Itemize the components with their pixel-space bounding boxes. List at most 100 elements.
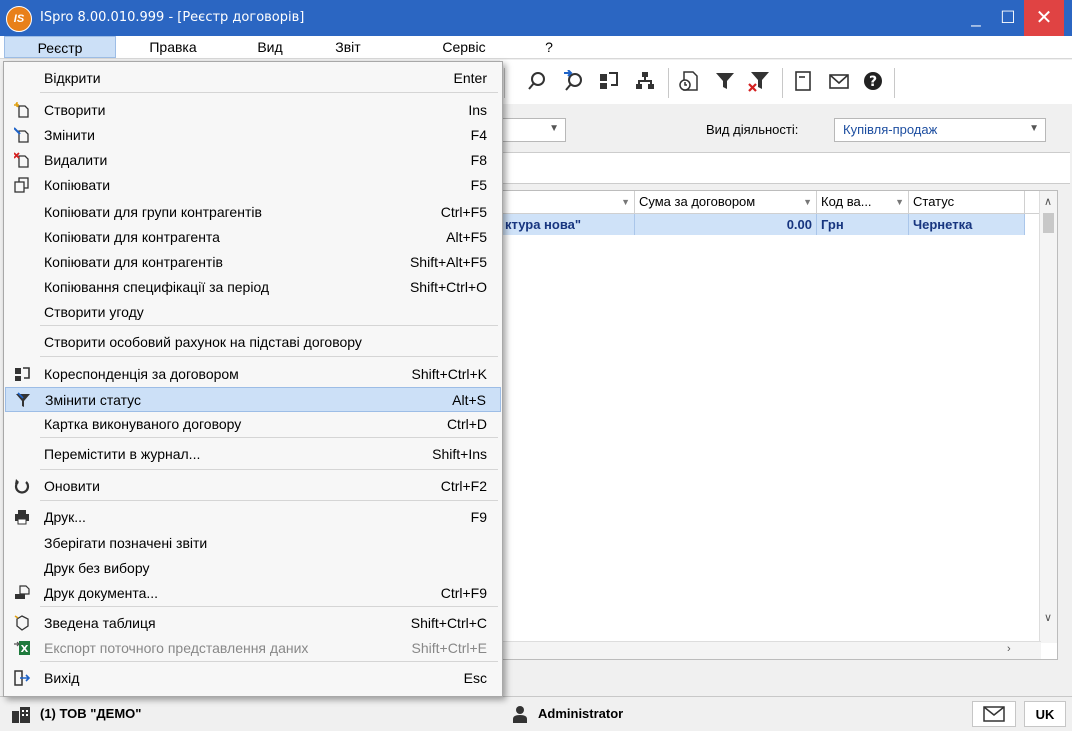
menu-item-label: Змінити — [44, 127, 95, 143]
menu-item[interactable]: Копіювати для контрагентів Shift+Alt+F5 — [5, 250, 501, 275]
menu-item[interactable]: Копіювання специфікації за період Shift+C… — [5, 275, 501, 300]
period-document-icon[interactable] — [676, 70, 702, 96]
scroll-down-icon[interactable]: ∨ — [1044, 611, 1052, 624]
delete-document-icon — [11, 152, 33, 171]
menu-item[interactable]: Перемістити в журнал... Shift+Ins — [5, 442, 501, 467]
menu-item-label: Перемістити в журнал... — [44, 446, 201, 462]
menu-item[interactable]: X Експорт поточного представлення даних Sh… — [5, 636, 501, 661]
menu-item[interactable]: Друк... F9 — [5, 505, 501, 530]
menu-item[interactable]: Оновити Ctrl+F2 — [5, 474, 501, 499]
window-title: ISpro 8.00.010.999 - [Реєстр договорів] — [40, 10, 305, 25]
minimize-button[interactable]: _ — [960, 0, 992, 36]
toolbar: ? — [500, 60, 1072, 105]
menu-item-label: Копіювання специфікації за період — [44, 279, 270, 295]
menu-item-label: Створити — [44, 102, 106, 118]
search-next-icon[interactable] — [560, 69, 586, 96]
menu-help[interactable]: ? — [534, 36, 564, 58]
cell-currency: Грн — [817, 214, 909, 235]
column-header-amount[interactable]: Сума за договором ▼ — [635, 191, 817, 213]
edit-document-icon — [11, 127, 33, 146]
menu-item-label: Видалити — [44, 152, 108, 168]
period-combo[interactable]: ▼ — [500, 118, 566, 142]
clear-filter-icon[interactable] — [746, 70, 772, 96]
menu-item[interactable]: Зведена таблиця Shift+Ctrl+C — [5, 611, 501, 636]
language-indicator[interactable]: UK — [1024, 701, 1066, 727]
close-button[interactable]: ✕ — [1024, 0, 1064, 36]
form-icon[interactable] — [790, 70, 816, 96]
hierarchy-icon[interactable] — [632, 70, 658, 96]
contracts-table: ▼ Сума за договором ▼ Код ва... ▼ Статус к… — [500, 190, 1058, 660]
menu-item[interactable]: Створити Ins — [5, 98, 501, 123]
menu-service[interactable]: Сервіс — [424, 36, 504, 58]
menu-item-shortcut: Ctrl+F9 — [440, 585, 487, 601]
menu-item[interactable]: Видалити F8 — [5, 148, 501, 173]
column-header-currency[interactable]: Код ва... ▼ — [817, 191, 909, 213]
menu-item-label: Зберігати позначені звіти — [44, 535, 208, 551]
menu-item-label: Копіювати — [44, 177, 111, 193]
menu-item[interactable]: Створити угоду — [5, 300, 501, 325]
menu-item-shortcut: F5 — [470, 177, 487, 193]
menu-item[interactable]: Створити особовий рахунок на підставі до… — [5, 330, 501, 355]
menu-item[interactable]: Копіювати F5 — [5, 173, 501, 198]
menu-item[interactable]: Друк без вибору — [5, 556, 501, 581]
excel-export-icon: X — [11, 640, 33, 659]
menu-item[interactable]: Картка виконуваного договору Ctrl+D — [5, 412, 501, 437]
menu-separator — [40, 661, 498, 662]
menu-separator — [40, 356, 498, 357]
org-name: (1) ТОВ "ДЕМО" — [40, 706, 142, 721]
scroll-thumb[interactable] — [1043, 213, 1054, 233]
building-icon — [12, 707, 30, 723]
activity-value: Купівля-продаж — [843, 122, 938, 137]
status-user: Administrator — [502, 701, 966, 727]
menu-item[interactable]: Змінити F4 — [5, 123, 501, 148]
column-header-name[interactable]: ▼ — [501, 191, 635, 213]
table-header: ▼ Сума за договором ▼ Код ва... ▼ Статус — [501, 191, 1041, 214]
menu-item-shortcut: Shift+Ins — [432, 446, 487, 462]
scroll-right-icon[interactable]: › — [1007, 643, 1011, 655]
menu-item-label: Друк... — [44, 509, 86, 525]
mail-status-button[interactable] — [972, 701, 1016, 727]
table-row[interactable]: ктура нова" 0.00 Грн Чернетка — [501, 214, 1025, 235]
activity-combo[interactable]: Купівля-продаж ▼ — [834, 118, 1046, 142]
column-header-status[interactable]: Статус — [909, 191, 1025, 213]
registry-dropdown-menu: Відкрити Enter Створити Ins Змінити F4 Видалит… — [3, 61, 503, 697]
menu-item[interactable]: Вихід Esc — [5, 666, 501, 691]
help-icon[interactable]: ? — [860, 70, 886, 96]
menu-item-shortcut: Ctrl+F2 — [440, 478, 487, 494]
menu-view[interactable]: Вид — [240, 36, 300, 58]
menu-separator — [40, 469, 498, 470]
search-icon[interactable] — [524, 70, 550, 96]
group-panel — [500, 152, 1070, 184]
mail-icon[interactable] — [826, 70, 852, 96]
menu-item-shortcut: Shift+Ctrl+O — [409, 279, 487, 295]
sort-arrow-icon: ▼ — [621, 197, 630, 207]
app-logo-icon: IS — [6, 6, 32, 32]
menu-item-shortcut: Shift+Alt+F5 — [409, 254, 487, 270]
menu-item[interactable]: Копіювати для групи контрагентів Ctrl+F5 — [5, 200, 501, 225]
menu-item[interactable]: Друк документа... Ctrl+F9 — [5, 581, 501, 606]
menu-report[interactable]: Звіт — [318, 36, 378, 58]
menu-item[interactable]: Зберігати позначені звіти — [5, 531, 501, 556]
menu-item[interactable]: Змінити статус Alt+S — [5, 387, 501, 412]
maximize-button[interactable]: ☐ — [992, 0, 1024, 36]
filter-icon[interactable] — [712, 70, 738, 96]
correspondence-icon[interactable] — [596, 70, 622, 96]
horizontal-scrollbar[interactable]: › — [501, 641, 1041, 659]
menu-item-shortcut: Alt+F5 — [446, 229, 487, 245]
vertical-scrollbar[interactable]: ∧ ∨ — [1039, 191, 1057, 643]
toolbar-separator — [894, 68, 895, 98]
menu-item-shortcut: F8 — [470, 152, 487, 168]
menu-item-shortcut: Shift+Ctrl+C — [410, 615, 487, 631]
exit-icon — [11, 670, 33, 689]
toolbar-separator — [668, 68, 669, 98]
menu-separator — [40, 92, 498, 93]
menu-item[interactable]: Відкрити Enter — [5, 66, 501, 91]
menu-edit[interactable]: Правка — [128, 36, 218, 58]
menu-item-label: Кореспонденція за договором — [44, 366, 239, 382]
printer-icon — [11, 509, 33, 528]
menu-registry[interactable]: Реєстр — [4, 36, 116, 58]
scroll-up-icon[interactable]: ∧ — [1044, 195, 1052, 208]
menu-item[interactable]: Копіювати для контрагента Alt+F5 — [5, 225, 501, 250]
chevron-down-icon: ▼ — [1029, 123, 1039, 134]
menu-item[interactable]: Кореспонденція за договором Shift+Ctrl+K — [5, 362, 501, 387]
